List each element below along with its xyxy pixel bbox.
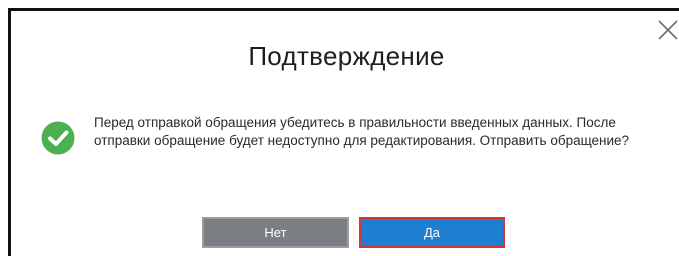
dialog-title: Подтверждение xyxy=(248,41,445,71)
confirmation-dialog: Подтверждение Перед отправкой обращения … xyxy=(8,8,679,256)
close-icon xyxy=(658,20,678,40)
close-button[interactable] xyxy=(657,19,679,41)
no-button[interactable]: Нет xyxy=(202,217,349,248)
check-circle-icon xyxy=(41,121,75,155)
message-row: Перед отправкой обращения убедитесь в пр… xyxy=(41,114,641,184)
yes-button[interactable]: Да xyxy=(359,217,505,248)
confirmation-message: Перед отправкой обращения убедитесь в пр… xyxy=(94,115,630,148)
